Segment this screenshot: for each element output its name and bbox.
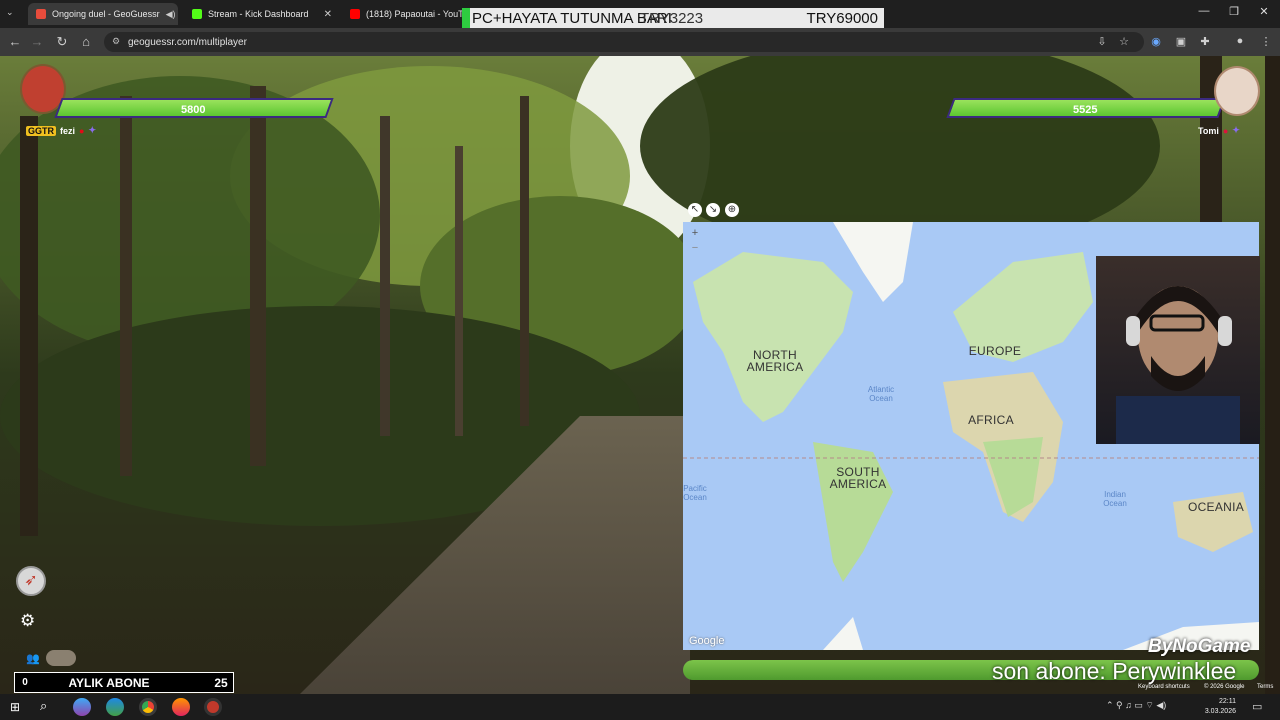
- poland-flag-icon: ●: [1222, 125, 1229, 136]
- forward-icon[interactable]: →: [28, 34, 46, 49]
- back-icon[interactable]: ←: [6, 34, 24, 49]
- address-bar[interactable]: ⚙ geoguessr.com/multiplayer: [104, 32, 1144, 52]
- install-icon[interactable]: ⇩: [1094, 35, 1110, 48]
- firefox-icon[interactable]: [172, 698, 190, 716]
- player-right-health-bar: 5525: [946, 98, 1226, 118]
- tab-title: Ongoing duel - GeoGuessr: [52, 9, 160, 19]
- map-label-africa: AFRICA: [968, 413, 1014, 427]
- extensions-puzzle-icon[interactable]: ✚: [1197, 35, 1213, 48]
- ticker-amount-left: TRY3223: [640, 9, 704, 27]
- windows-taskbar: [0, 694, 1280, 720]
- spectators-icon[interactable]: 👥: [26, 652, 40, 665]
- zoom-in-icon[interactable]: +: [689, 227, 701, 239]
- map-label-atlantic: Atlantic Ocean: [867, 385, 895, 403]
- tab-search-icon[interactable]: ⌄: [6, 7, 14, 18]
- url-text: geoguessr.com/multiplayer: [128, 36, 247, 48]
- player-right-name: Tomi: [1198, 125, 1219, 136]
- settings-gear-icon[interactable]: ⚙: [20, 611, 35, 631]
- monthly-subs-counter: 0 AYLIK ABONE 25: [14, 672, 234, 693]
- player-left-health-bar: 5800: [54, 98, 334, 118]
- zoom-out-icon[interactable]: −: [689, 242, 701, 254]
- player-right-nameplate: Tomi ● ✦: [1198, 125, 1240, 136]
- map-label-north-america: NORTH AMERICA: [746, 348, 804, 374]
- donation-ticker: PC+HAYATA TUTUNMA BARI TRY3223 TRY69000: [462, 8, 884, 28]
- map-label-indian: Indian Ocean: [1103, 490, 1127, 508]
- monthly-subs-count: 25: [214, 675, 228, 690]
- bookmark-star-icon[interactable]: ☆: [1116, 35, 1132, 48]
- map-label-south-america: SOUTH AMERICA: [829, 465, 887, 491]
- close-tab-icon[interactable]: ✕: [324, 9, 332, 20]
- player-left-name: fezi: [60, 125, 76, 136]
- map-label-oceania: OCEANIA: [1187, 500, 1245, 514]
- taskbar-search-icon[interactable]: ⌕: [40, 698, 47, 714]
- ticker-amount-right: TRY69000: [806, 9, 878, 27]
- map-label-pacific: Pacific Ocean: [683, 484, 707, 502]
- player-right-score: 5525: [1073, 104, 1098, 116]
- taskbar-clock[interactable]: 22:11 3.03.2026: [1205, 697, 1236, 717]
- youtube-icon: [350, 9, 360, 19]
- spectator-avatars: [46, 650, 76, 666]
- bynogame-logo: ByNoGame: [1148, 636, 1251, 657]
- edge-icon[interactable]: [106, 698, 124, 716]
- streamer-webcam: [1096, 256, 1260, 444]
- map-expand-icon[interactable]: ↘: [706, 203, 720, 217]
- monthly-subs-label: AYLIK ABONE: [68, 675, 150, 690]
- geoguessr-pin-icon: [36, 9, 46, 19]
- webcam-figure: [1116, 286, 1240, 444]
- close-window-icon[interactable]: ✕: [1254, 5, 1274, 18]
- ticker-progress: [462, 8, 470, 28]
- copilot-icon[interactable]: [73, 698, 91, 716]
- reload-icon[interactable]: ↻: [53, 34, 71, 50]
- media-icon[interactable]: ▣: [1173, 35, 1189, 48]
- chrome-icon[interactable]: [139, 698, 157, 716]
- system-tray-icons[interactable]: ⌃ ⚲ ♫ ▭ ⌔ ◀): [1106, 700, 1166, 711]
- level-badge-icon: ✦: [88, 125, 96, 135]
- compass-icon[interactable]: ➶: [16, 566, 46, 596]
- minimize-icon[interactable]: —: [1194, 5, 1214, 17]
- map-shrink-icon[interactable]: ↖: [688, 203, 702, 217]
- player-left-nameplate: GGTR fezi ● ✦: [26, 125, 96, 136]
- kick-icon: [192, 9, 202, 19]
- map-footer-terms[interactable]: Terms: [1257, 684, 1273, 690]
- obs-icon[interactable]: [204, 698, 222, 716]
- turkey-flag-icon: ●: [79, 125, 85, 136]
- clock-date: 3.03.2026: [1204, 708, 1236, 715]
- player-left-badge: GGTR: [26, 125, 56, 136]
- google-attribution: Google: [689, 635, 725, 647]
- map-pin-icon[interactable]: ⊕: [725, 203, 739, 217]
- tab-youtube[interactable]: (1818) Papaoutai - YouTube: [342, 3, 464, 25]
- player-left-score: 5800: [181, 104, 206, 116]
- start-windows-icon[interactable]: ⊞: [10, 700, 20, 714]
- tab-title: (1818) Papaoutai - YouTube: [366, 9, 464, 19]
- player-right-avatar: [1214, 66, 1260, 116]
- restore-icon[interactable]: ❐: [1224, 5, 1244, 18]
- site-info-icon[interactable]: ⚙: [112, 36, 120, 47]
- level-badge-icon: ✦: [1232, 125, 1240, 135]
- home-icon[interactable]: ⌂: [77, 34, 95, 49]
- tab-geoguessr[interactable]: Ongoing duel - GeoGuessr ◀) ✕: [28, 3, 178, 25]
- menu-icon[interactable]: ⋮: [1258, 35, 1274, 48]
- notifications-icon[interactable]: ▭: [1252, 700, 1262, 713]
- clock-time: 22:11: [1219, 698, 1236, 705]
- map-label-europe: EUROPE: [968, 344, 1022, 358]
- tab-kick[interactable]: Stream - Kick Dashboard ✕: [184, 3, 340, 25]
- tab-title: Stream - Kick Dashboard: [208, 9, 309, 19]
- profile-icon[interactable]: ●: [1232, 35, 1248, 47]
- last-subscriber-label: son abone: Perywinklee: [992, 658, 1237, 684]
- extension-icon[interactable]: ◉: [1148, 35, 1164, 48]
- audio-icon[interactable]: ◀): [166, 9, 176, 20]
